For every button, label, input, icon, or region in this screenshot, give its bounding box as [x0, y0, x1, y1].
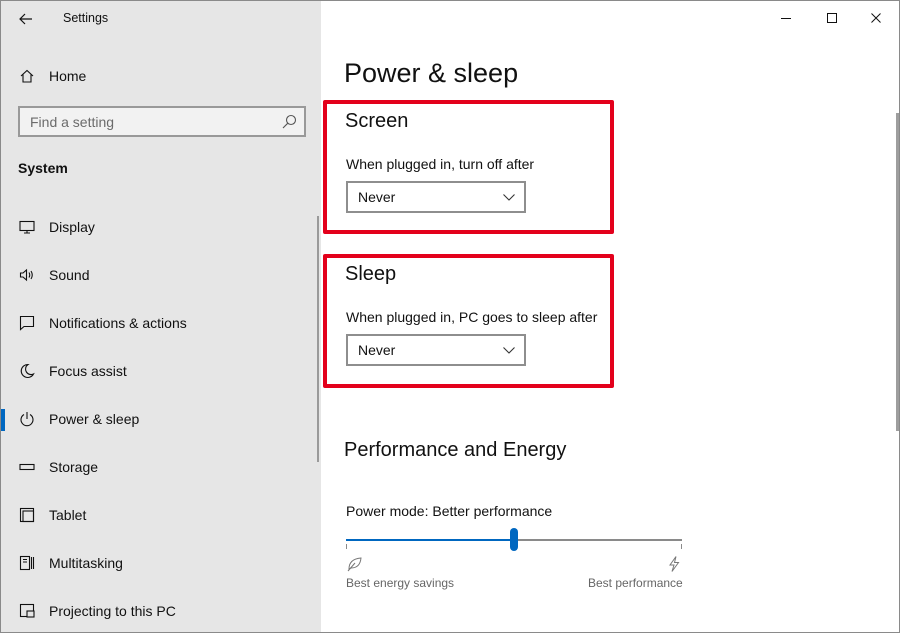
moon-icon [18, 362, 36, 380]
slider-tick [681, 544, 682, 549]
slider-min-label: Best energy savings [346, 576, 455, 590]
monitor-icon [18, 218, 36, 236]
screen-timeout-label: When plugged in, turn off after [346, 156, 535, 172]
sidebar-item-display[interactable]: Display [1, 203, 321, 251]
sidebar-item-label: Storage [49, 459, 99, 475]
slider-track-empty [514, 539, 682, 541]
close-icon [871, 13, 881, 23]
sidebar-item-storage[interactable]: Storage [1, 443, 321, 491]
speaker-icon [18, 266, 36, 284]
sidebar-item-focus-assist[interactable]: Focus assist [1, 347, 321, 395]
projecting-icon [18, 602, 36, 620]
sidebar-nav-list: Display Sound Notifications & actions Fo… [1, 203, 321, 632]
sidebar-item-label: Sound [49, 267, 90, 283]
sidebar-item-label: Projecting to this PC [49, 603, 176, 619]
dropdown-value: Never [358, 189, 396, 205]
sidebar-item-label: Multitasking [49, 555, 123, 571]
screen-heading: Screen [345, 110, 409, 132]
minimize-icon [781, 18, 791, 19]
storage-icon [18, 458, 36, 476]
notification-icon [18, 314, 36, 332]
sidebar-item-label: Power & sleep [49, 411, 140, 427]
sleep-heading: Sleep [345, 263, 397, 285]
maximize-icon [827, 13, 837, 23]
slider-max-label: Best performance [588, 576, 683, 590]
chevron-down-icon [503, 194, 515, 201]
title-bar: Settings [1, 1, 321, 37]
main-scrollbar[interactable] [896, 113, 899, 431]
power-mode-label: Power mode: Better performance [346, 503, 553, 519]
home-icon [18, 67, 36, 85]
sidebar: Settings Home Find a setting System Disp… [1, 1, 321, 632]
chevron-down-icon [503, 347, 515, 354]
sidebar-item-multitasking[interactable]: Multitasking [1, 539, 321, 587]
close-button[interactable] [853, 1, 899, 35]
search-placeholder: Find a setting [30, 113, 115, 130]
multitasking-icon [18, 554, 36, 572]
back-arrow-icon [19, 13, 32, 25]
sidebar-item-label: Focus assist [49, 363, 127, 379]
slider-tick [346, 544, 347, 549]
sidebar-item-label: Notifications & actions [49, 315, 187, 331]
section-label-system: System [18, 160, 68, 176]
sidebar-item-sound[interactable]: Sound [1, 251, 321, 299]
settings-window: Settings Home Find a setting System Disp… [0, 0, 900, 633]
sidebar-item-notifications[interactable]: Notifications & actions [1, 299, 321, 347]
sidebar-item-projecting[interactable]: Projecting to this PC [1, 587, 321, 632]
maximize-button[interactable] [809, 1, 855, 35]
sidebar-item-label: Tablet [49, 507, 87, 523]
page-title: Power & sleep [344, 58, 519, 88]
sleep-timeout-label: When plugged in, PC goes to sleep after [346, 309, 598, 325]
sleep-timeout-dropdown[interactable]: Never [346, 334, 526, 366]
sidebar-item-power-sleep[interactable]: Power & sleep [1, 395, 321, 443]
leaf-icon [347, 557, 362, 572]
main-content: Power & sleep Screen When plugged in, tu… [321, 1, 899, 632]
sidebar-item-tablet[interactable]: Tablet [1, 491, 321, 539]
app-title: Settings [63, 11, 109, 25]
slider-thumb[interactable] [510, 528, 518, 551]
slider-track-filled [346, 539, 514, 541]
dropdown-value: Never [358, 342, 396, 358]
power-icon [18, 410, 36, 428]
sidebar-item-label: Home [49, 68, 87, 84]
tablet-icon [18, 506, 36, 524]
sidebar-item-home[interactable]: Home [1, 59, 321, 93]
search-icon[interactable] [280, 113, 298, 131]
sidebar-item-label: Display [49, 219, 95, 235]
back-button[interactable] [11, 4, 41, 34]
performance-heading: Performance and Energy [344, 439, 567, 461]
minimize-button[interactable] [763, 1, 809, 35]
search-input[interactable]: Find a setting [18, 106, 306, 137]
screen-timeout-dropdown[interactable]: Never [346, 181, 526, 213]
lightning-icon [669, 556, 680, 572]
sidebar-scrollbar[interactable] [317, 216, 319, 462]
